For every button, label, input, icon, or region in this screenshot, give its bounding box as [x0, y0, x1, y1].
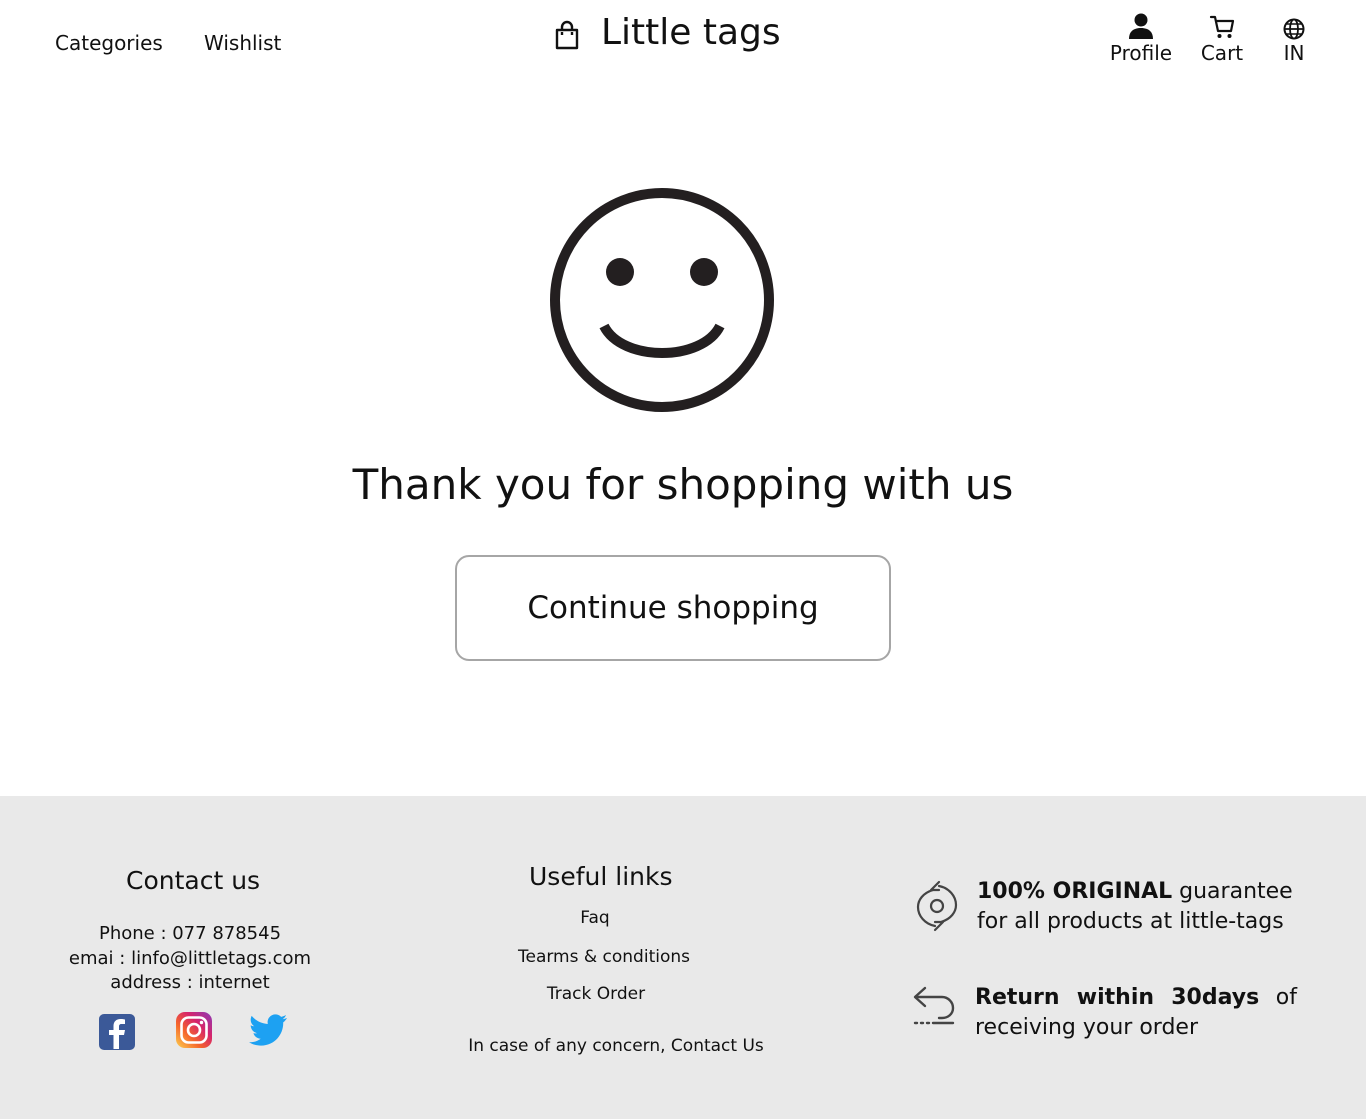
original-guarantee-bold: 100% ORIGINAL: [977, 879, 1173, 904]
person-icon: [1129, 13, 1153, 39]
terms-link[interactable]: Tearms & conditions: [0, 947, 1208, 967]
cart-icon: [1209, 15, 1235, 38]
site-footer: Contact us Phone : 077 878545 emai : lin…: [0, 796, 1366, 1119]
continue-shopping-button[interactable]: Continue shopping: [455, 555, 891, 661]
smiley-face-icon: [550, 188, 774, 412]
cart-button[interactable]: Cart: [1200, 12, 1244, 65]
original-guarantee-icon: [916, 880, 958, 932]
shopping-bag-icon: [555, 20, 579, 50]
brand-logo[interactable]: Little tags: [553, 10, 781, 54]
region-selector[interactable]: IN: [1278, 12, 1310, 65]
contact-title: Contact us: [126, 866, 261, 895]
return-policy-bold: Return within 30days: [975, 985, 1260, 1010]
cart-label: Cart: [1200, 41, 1244, 65]
return-policy-text: Return within 30days of receiving your o…: [975, 983, 1297, 1043]
profile-button[interactable]: Profile: [1110, 12, 1172, 65]
globe-icon: [1283, 18, 1305, 40]
site-header: Categories Wishlist Little tags Profile …: [0, 0, 1366, 90]
profile-label: Profile: [1109, 41, 1173, 65]
thank-you-message: Thank you for shopping with us: [352, 460, 1014, 509]
nav-categories-link[interactable]: Categories: [55, 31, 163, 55]
region-label: IN: [1283, 41, 1305, 65]
nav-wishlist-link[interactable]: Wishlist: [204, 31, 281, 55]
original-guarantee-text: 100% ORIGINAL guarantee for all products…: [977, 877, 1302, 937]
brand-name: Little tags: [601, 11, 781, 53]
return-icon: [913, 986, 955, 1025]
useful-links-title: Useful links: [529, 862, 673, 891]
